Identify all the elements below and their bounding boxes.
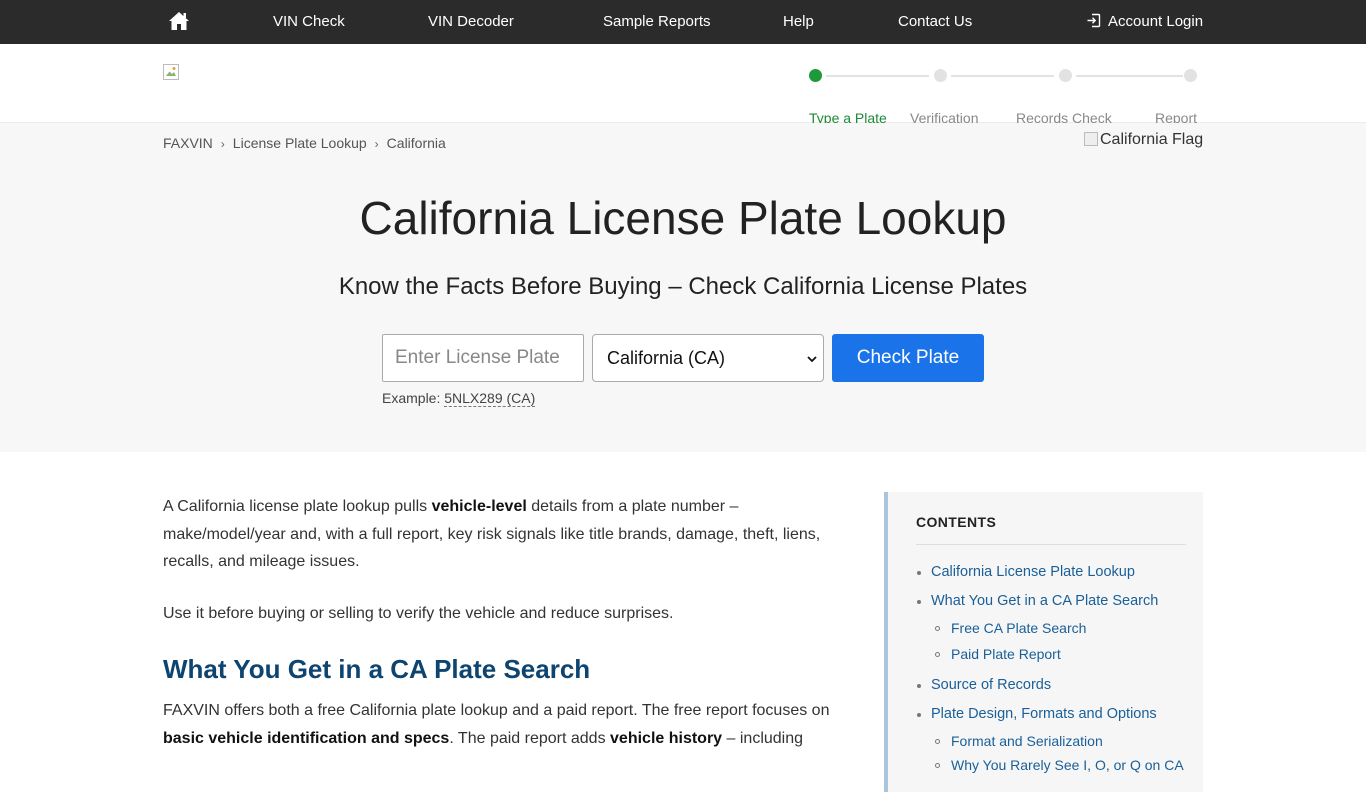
step-connector [951,75,1054,77]
toc-sublink-label: Format and Serialization [951,733,1103,749]
circle-bullet-icon [935,652,940,657]
license-plate-input[interactable] [382,334,584,382]
toc-link-label: Source of Records [931,677,1052,693]
broken-image-icon [1084,132,1098,146]
bullet-icon [917,600,921,604]
step-connector [826,75,929,77]
breadcrumb-license-plate-lookup[interactable]: License Plate Lookup [233,135,367,151]
nav-help[interactable]: Help [783,0,814,44]
text: A California license plate lookup pulls [163,498,432,515]
nav-contact-us[interactable]: Contact Us [898,0,972,44]
california-flag-image: California Flag [1084,131,1203,149]
bullet-icon [917,571,921,575]
text: FAXVIN offers both a free California pla… [163,702,830,719]
step-dot-report [1184,69,1197,82]
site-logo[interactable] [163,64,179,80]
state-select[interactable]: California (CA) [592,334,824,382]
bold-text: basic vehicle identification and specs [163,729,450,747]
bullet-icon [917,713,921,717]
divider [916,544,1186,545]
breadcrumb-faxvin[interactable]: FAXVIN [163,135,213,151]
toc-link[interactable]: California License Plate Lookup [917,564,1135,580]
breadcrumb-california: California [386,135,446,151]
toc-link[interactable]: Plate Design, Formats and Options [917,706,1157,722]
toc-sublink[interactable]: Format and Serialization [935,733,1103,749]
circle-bullet-icon [935,626,940,631]
breadcrumb: FAXVIN › License Plate Lookup › California [163,135,446,151]
home-icon[interactable] [168,11,190,31]
toc-sublink[interactable]: Paid Plate Report [935,646,1061,662]
toc-link-label: Plate Design, Formats and Options [931,706,1157,722]
section-paragraph: FAXVIN offers both a free California pla… [163,697,833,752]
step-dot-verification [934,69,947,82]
toc-title: CONTENTS [916,514,997,530]
intro-paragraph: A California license plate lookup pulls … [163,493,833,576]
text: – including [722,729,804,747]
example-hint: Example: 5NLX289 (CA) [382,390,536,407]
circle-bullet-icon [935,763,940,768]
bold-text: vehicle-level [431,498,527,515]
nav-vin-decoder[interactable]: VIN Decoder [428,0,514,44]
nav-sample-reports[interactable]: Sample Reports [603,0,711,44]
example-plate-link[interactable]: 5NLX289 (CA) [444,390,536,407]
broken-image-icon [163,64,179,80]
usage-paragraph: Use it before buying or selling to verif… [163,604,674,622]
account-login-link[interactable]: Account Login [1086,0,1203,44]
state-select-value: California (CA) [607,348,726,368]
top-navigation: VIN Check VIN Decoder Sample Reports Hel… [0,0,1366,44]
toc-link[interactable]: Source of Records [917,677,1052,693]
table-of-contents: CONTENTS California License Plate Lookup… [884,492,1203,792]
toc-sublink-label: Why You Rarely See I, O, or Q on CA [951,757,1184,773]
check-plate-button[interactable]: Check Plate [832,334,984,382]
progress-steps [808,69,1200,113]
nav-vin-check[interactable]: VIN Check [273,0,345,44]
site-header: Type a Plate Verification Records Check … [0,44,1366,126]
example-prefix: Example: [382,390,445,406]
toc-sublink[interactable]: Why You Rarely See I, O, or Q on CA [935,757,1184,773]
main-content: A California license plate lookup pulls … [163,493,833,752]
step-connector [1076,75,1183,77]
flag-alt-text: California Flag [1100,131,1204,148]
chevron-right-icon: › [220,137,225,151]
chevron-right-icon: › [374,137,379,151]
page-subtitle: Know the Facts Before Buying – Check Cal… [338,273,1028,300]
page-title: California License Plate Lookup [359,192,1007,244]
account-login-label: Account Login [1108,13,1204,30]
circle-bullet-icon [935,739,940,744]
toc-link-label: What You Get in a CA Plate Search [931,593,1159,609]
bold-text: vehicle history [610,729,723,747]
toc-sublink[interactable]: Free CA Plate Search [935,620,1087,636]
chevron-down-icon [807,356,817,363]
toc-link-label: California License Plate Lookup [931,564,1135,580]
toc-sublink-label: Free CA Plate Search [951,620,1087,636]
hero-section: FAXVIN › License Plate Lookup › California C… [0,123,1366,452]
step-dot-type-plate [809,69,822,82]
text: . The paid report adds [449,729,611,747]
section-heading: What You Get in a CA Plate Search [163,654,591,684]
toc-link[interactable]: What You Get in a CA Plate Search [917,593,1159,609]
toc-sublink-label: Paid Plate Report [951,646,1061,662]
step-dot-records-check [1059,69,1072,82]
sign-in-icon [1087,13,1101,28]
bullet-icon [917,684,921,688]
